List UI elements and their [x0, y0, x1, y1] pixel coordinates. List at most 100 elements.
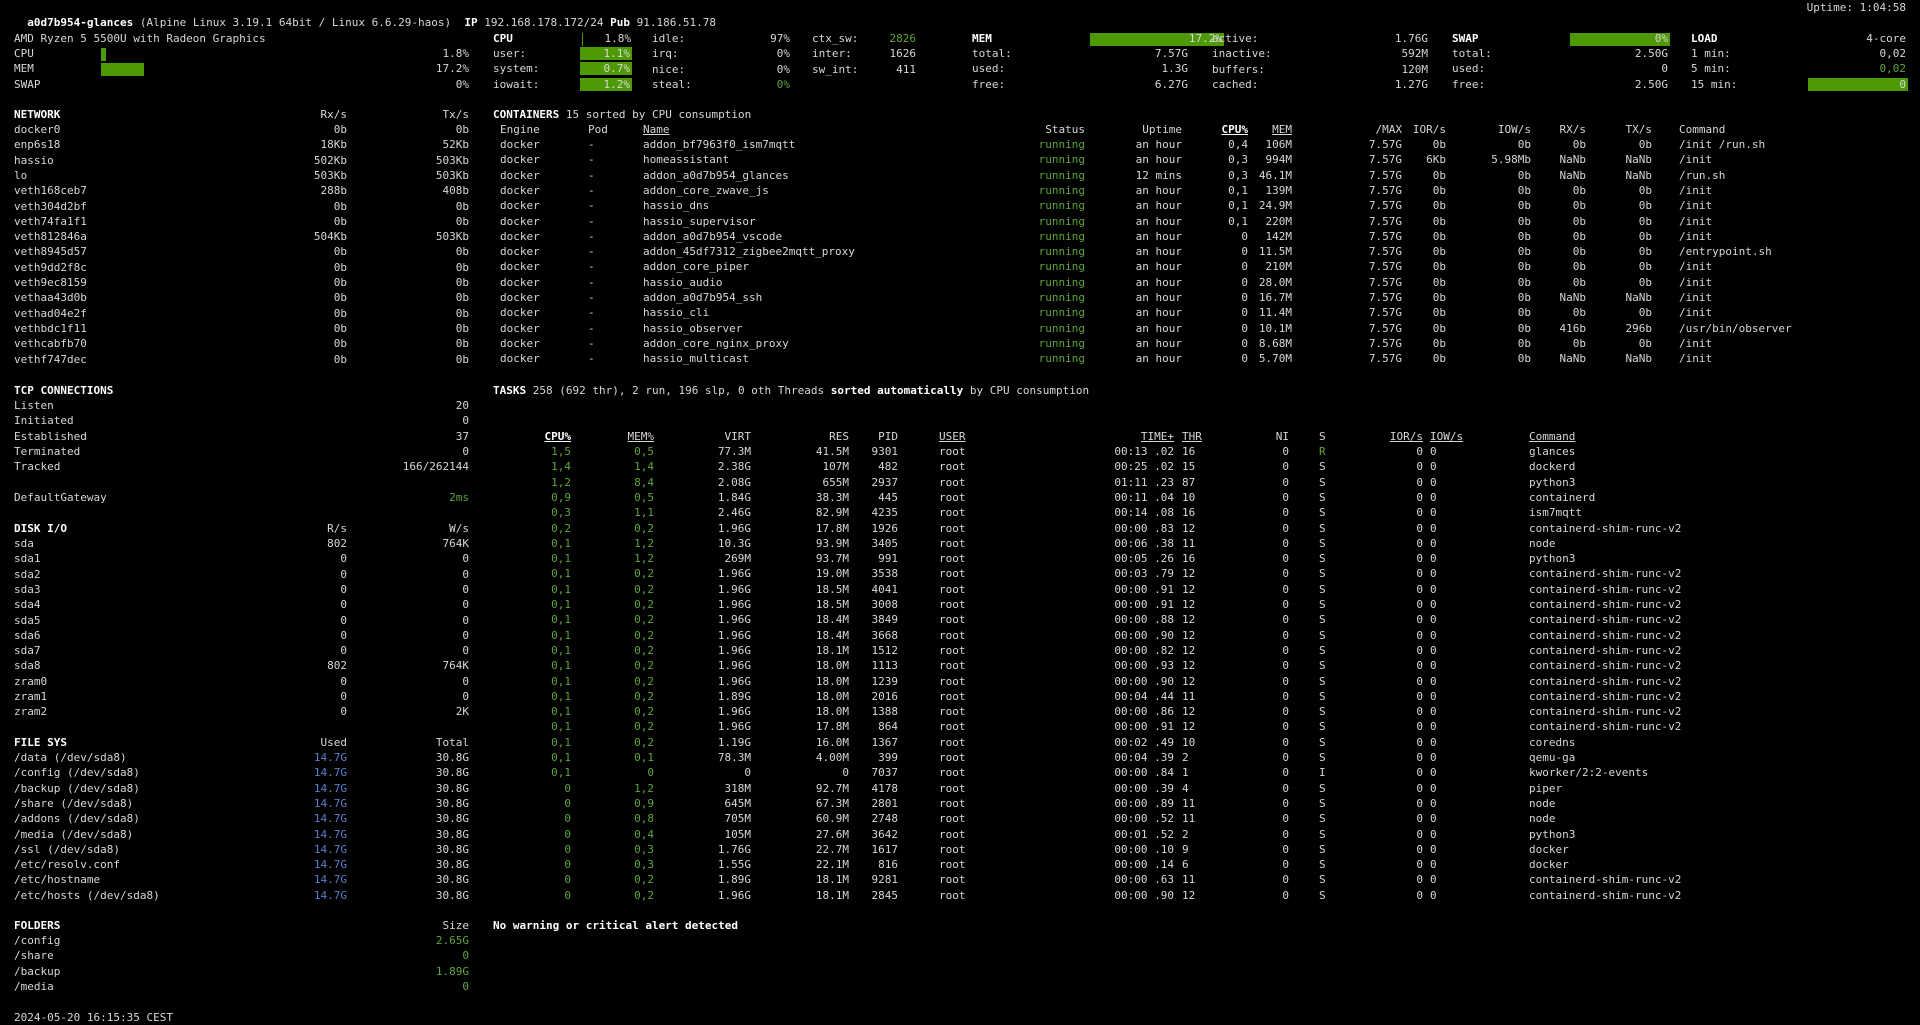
mount-total: 30.8G: [435, 781, 469, 795]
process-iow: 0: [1430, 582, 1437, 596]
container-tx: 0b: [1638, 183, 1652, 197]
containers-heading: CONTAINERS 15 sorted by CPU consumption: [493, 107, 751, 122]
header-bar: a0d7b954-glances (Alpine Linux 3.19.1 64…: [14, 0, 716, 30]
load-value: 0,02: [1879, 47, 1907, 60]
process-ior: 0: [1416, 445, 1423, 458]
process-command: containerd-shim-runc-v2: [1529, 888, 1682, 902]
process-command: piper: [1529, 781, 1563, 795]
process-command: containerd-shim-runc-v2: [1529, 705, 1682, 719]
disk-write: 0: [462, 567, 469, 581]
process-command: node: [1529, 536, 1556, 550]
process-command: python3: [1529, 552, 1576, 566]
process-iow: 0: [1430, 858, 1437, 872]
process-iow: 0: [1430, 613, 1437, 627]
process-command: containerd-shim-runc-v2: [1529, 689, 1682, 703]
process-iow: 0: [1430, 751, 1437, 764]
disk-write: 0: [462, 598, 469, 612]
tasks-title: TASKS: [493, 384, 527, 397]
process-command: kworker/2:2-events: [1529, 766, 1649, 780]
tasks-heading: TASKS 258 (692 thr), 2 run, 196 slp, 0 o…: [493, 383, 1089, 398]
process-iow: 0: [1430, 536, 1437, 550]
container-command: /init: [1679, 229, 1713, 243]
container-tx: 0b: [1638, 275, 1652, 289]
process-iow: 0: [1430, 796, 1437, 810]
disk-write: 2K: [455, 705, 469, 719]
mount-total: 30.8G: [435, 751, 469, 764]
folder-size: 2.65G: [435, 934, 469, 947]
disk-write: 0: [462, 628, 469, 642]
process-command: dockerd: [1529, 460, 1576, 474]
container-command: /entrypoint.sh: [1679, 245, 1772, 259]
container-tx: 0b: [1638, 245, 1652, 259]
load-value: 0,02: [1879, 62, 1907, 76]
process-ior: 0: [1416, 460, 1423, 474]
mount-total: 30.8G: [435, 766, 469, 780]
mount-total: 30.8G: [435, 827, 469, 841]
container-tx: 0b: [1638, 138, 1652, 151]
alert-message: No warning or critical alert detected: [493, 919, 739, 932]
folder-size: 0: [462, 979, 469, 993]
mount-total: 30.8G: [435, 842, 469, 856]
disk-write: 0: [462, 644, 469, 658]
process-ior: 0: [1416, 720, 1423, 734]
container-command: /init: [1679, 306, 1713, 320]
mount-total: 30.8G: [435, 858, 469, 872]
process-command: coredns: [1529, 735, 1576, 749]
public-ip: 91.186.51.78: [636, 16, 717, 29]
process-header-iow: IOW/s: [1430, 430, 1464, 443]
mount-total: 30.8G: [435, 888, 469, 902]
disk-write: 0: [462, 552, 469, 566]
tcp-title: TCP CONNECTIONS: [14, 384, 114, 397]
container-command: /init: [1679, 153, 1713, 167]
uptime: Uptime: 1:04:58: [1806, 1, 1906, 14]
process-command: docker: [1529, 858, 1569, 872]
containers-title: CONTAINERS: [493, 108, 560, 121]
process-iow: 0: [1430, 720, 1437, 734]
process-command: containerd-shim-runc-v2: [1529, 598, 1682, 611]
process-iow: 0: [1430, 888, 1437, 902]
load-value: 0: [1899, 77, 1906, 91]
disk-write: 0: [462, 613, 469, 627]
process-iow: 0: [1430, 705, 1437, 719]
process-iow: 0: [1430, 659, 1437, 673]
folder-size: 0: [462, 949, 469, 963]
process-iow: 0: [1430, 490, 1437, 504]
container-tx: NaNb: [1625, 291, 1653, 304]
process-command: containerd-shim-runc-v2: [1529, 674, 1682, 688]
container-command: /init: [1679, 183, 1713, 197]
container-command: /usr/bin/observer: [1679, 321, 1792, 335]
container-tx: 0b: [1638, 229, 1652, 243]
process-command: python3: [1529, 827, 1576, 841]
network-tx-header: Tx/s: [442, 108, 470, 121]
process-iow: 0: [1430, 552, 1437, 566]
disk-write: 764K: [442, 659, 470, 673]
process-command: containerd-shim-runc-v2: [1529, 567, 1682, 581]
process-command: containerd-shim-runc-v2: [1529, 628, 1682, 642]
container-tx: NaNb: [1625, 352, 1653, 366]
process-iow: 0: [1430, 506, 1437, 520]
containers-subtitle: 15 sorted by CPU consumption: [565, 108, 752, 121]
process-command: containerd-shim-runc-v2: [1529, 643, 1682, 657]
container-command: /init: [1679, 352, 1713, 366]
tasks-summary: 258 (692 thr), 2 run, 196 slp, 0 oth Thr…: [532, 384, 825, 397]
process-command: qemu-ga: [1529, 751, 1576, 764]
process-command: node: [1529, 796, 1556, 810]
tasks-sort-mode[interactable]: sorted automatically: [831, 384, 963, 397]
process-command: containerd-shim-runc-v2: [1529, 582, 1682, 596]
pub-label: Pub: [610, 16, 630, 29]
load-cores: 4-core: [1866, 32, 1906, 45]
process-command: glances: [1529, 445, 1576, 458]
container-tx: NaNb: [1625, 153, 1653, 167]
hostname: a0d7b954-glances: [27, 16, 134, 29]
process-command: containerd-shim-runc-v2: [1529, 873, 1682, 887]
container-tx: 0b: [1638, 306, 1652, 320]
container-tx: 0b: [1638, 199, 1652, 213]
process-header-command: Command: [1529, 430, 1576, 443]
process-iow: 0: [1430, 873, 1437, 887]
process-iow: 0: [1430, 643, 1437, 657]
process-iow: 0: [1430, 674, 1437, 688]
process-iow: 0: [1430, 475, 1437, 489]
disk-write: 0: [462, 674, 469, 688]
mount-total: 30.8G: [435, 873, 469, 887]
disk-write: 0: [462, 582, 469, 596]
